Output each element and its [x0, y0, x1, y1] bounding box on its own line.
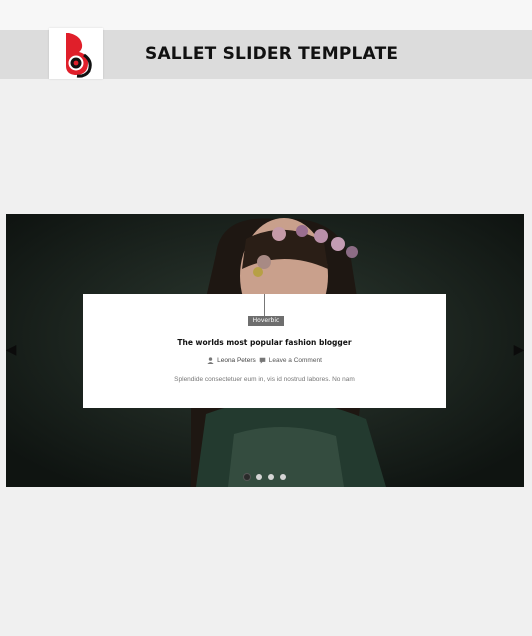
- brand-logo[interactable]: [49, 28, 103, 79]
- slider-pagination: [244, 474, 286, 482]
- pagination-dot[interactable]: [256, 474, 262, 480]
- post-excerpt: Splendide consectetuer eum in, vis id no…: [174, 376, 355, 383]
- slider-next-arrow[interactable]: ▶: [512, 334, 524, 364]
- comment-icon: [259, 357, 266, 364]
- slider-prev-arrow[interactable]: ◀: [6, 334, 18, 364]
- top-strip: [0, 0, 532, 30]
- brand-logo-icon: [66, 33, 92, 78]
- post-author[interactable]: Leona Peters: [217, 357, 256, 364]
- post-meta: Leona Peters Leave a Comment: [83, 357, 446, 364]
- chevron-left-icon: ◀: [6, 341, 17, 357]
- comment-link[interactable]: Leave a Comment: [269, 357, 322, 364]
- pagination-dot[interactable]: [244, 474, 250, 480]
- pagination-dot[interactable]: [280, 474, 286, 480]
- user-icon: [207, 357, 214, 364]
- post-title[interactable]: The worlds most popular fashion blogger: [83, 338, 446, 347]
- pagination-dot[interactable]: [268, 474, 274, 480]
- slide-caption-card: Hoverbic The worlds most popular fashion…: [83, 294, 446, 408]
- page-title: SALLET SLIDER TEMPLATE: [145, 44, 399, 64]
- tag-connector-line: [264, 294, 265, 316]
- chevron-right-icon: ▶: [513, 341, 524, 357]
- category-badge[interactable]: Hoverbic: [248, 316, 284, 326]
